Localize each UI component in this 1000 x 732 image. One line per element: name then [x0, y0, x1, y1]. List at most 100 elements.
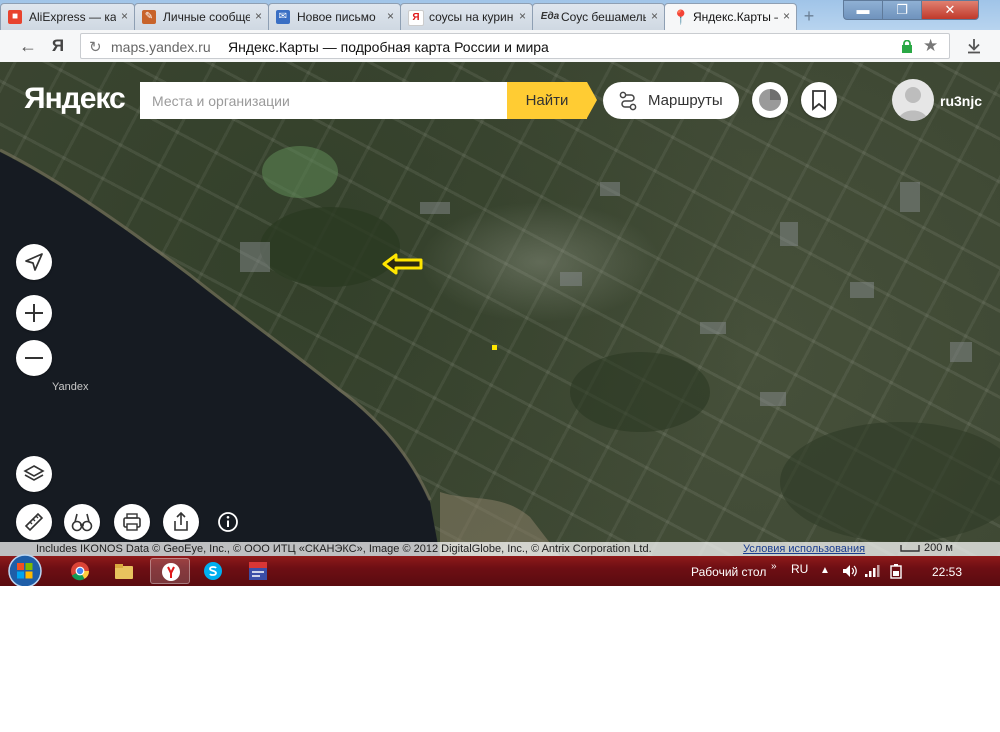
close-icon: ✕: [944, 2, 956, 17]
bookmark-star-icon[interactable]: ★: [923, 36, 938, 56]
routes-button[interactable]: Маршруты: [603, 82, 739, 119]
chrome-icon: [71, 562, 89, 581]
scale-line-icon: [900, 545, 920, 552]
zoom-in-button[interactable]: [16, 295, 52, 331]
minimize-button[interactable]: ▬: [843, 0, 883, 20]
minimize-icon: ▬: [856, 2, 870, 17]
location-arrow-icon: [25, 253, 43, 271]
avatar[interactable]: [892, 79, 934, 121]
tab-label: Соус бешамель: [561, 10, 646, 24]
layers-button[interactable]: [16, 456, 52, 492]
find-button[interactable]: Найти: [507, 82, 587, 119]
zoom-out-button[interactable]: [16, 340, 52, 376]
share-icon: [174, 511, 188, 531]
tab-bechamel[interactable]: Eда Соус бешамель ×: [532, 3, 665, 30]
start-button[interactable]: [6, 553, 44, 586]
volume-icon[interactable]: [842, 564, 858, 578]
yellow-point-marker: [492, 345, 497, 350]
tab-close-icon[interactable]: ×: [255, 9, 262, 23]
tab-close-icon[interactable]: ×: [387, 9, 394, 23]
skype-icon: [204, 562, 222, 580]
minus-icon: [25, 357, 43, 359]
tab-label: AliExpress — ка: [29, 10, 116, 24]
bookmarks-button[interactable]: [801, 82, 837, 118]
tray-expand-icon[interactable]: ▲: [820, 565, 830, 576]
scale-bar[interactable]: 200 м: [900, 541, 992, 555]
geolocation-button[interactable]: [16, 244, 52, 280]
language-indicator[interactable]: RU: [791, 562, 808, 576]
map-attribution: Includes IKONOS Data © GeoEye, Inc., © О…: [0, 542, 1000, 556]
aliexpress-icon: ■: [8, 10, 22, 24]
maximize-button[interactable]: ❐: [882, 0, 922, 20]
yandex-browser-icon: [162, 563, 180, 581]
traffic-button[interactable]: [752, 82, 788, 118]
binoculars-icon: [71, 513, 93, 532]
scale-label: 200 м: [924, 542, 953, 554]
tab-label: Новое письмо: [297, 10, 376, 24]
taskbar-chrome[interactable]: [60, 558, 100, 584]
taskbar-yandex-browser[interactable]: [150, 558, 190, 584]
address-url: maps.yandex.ru: [111, 39, 211, 55]
tab-sauces-search[interactable]: Я соусы на курин ×: [400, 3, 533, 30]
tab-close-icon[interactable]: ×: [783, 9, 790, 23]
maximize-icon: ❐: [896, 2, 908, 17]
share-button[interactable]: [163, 504, 199, 540]
network-icon[interactable]: [864, 564, 880, 578]
map-canvas[interactable]: Яндекс Найти Маршруты: [0, 62, 1000, 556]
clock-time[interactable]: 22:53: [932, 565, 962, 579]
desktop-toolbar-label[interactable]: Рабочий стол: [691, 565, 766, 579]
taskbar-explorer[interactable]: [104, 558, 144, 584]
download-icon[interactable]: [966, 38, 982, 54]
battery-icon[interactable]: [888, 563, 904, 579]
plus-icon: [25, 304, 43, 322]
desktop-chevron-icon[interactable]: »: [771, 561, 777, 572]
printer-icon: [123, 513, 141, 531]
terms-link[interactable]: Условия использования: [743, 542, 865, 556]
tab-aliexpress[interactable]: ■ AliExpress — ка ×: [0, 3, 135, 30]
tab-new-mail[interactable]: ✉ Новое письмо ×: [268, 3, 401, 30]
tab-close-icon[interactable]: ×: [121, 9, 128, 23]
yandex-logo[interactable]: Яндекс: [24, 82, 126, 116]
yellow-arrow-marker: [382, 253, 423, 275]
search-input[interactable]: [140, 82, 507, 119]
ruler-button[interactable]: [16, 504, 52, 540]
taskbar-skype[interactable]: [193, 558, 233, 584]
taskbar-app[interactable]: [238, 558, 278, 584]
ruler-icon: [24, 512, 44, 532]
eda-icon: Eда: [540, 11, 560, 22]
panorama-button[interactable]: [64, 504, 100, 540]
tab-strip: ■ AliExpress — ка × ✎ Личные сообще × ✉ …: [0, 0, 1000, 30]
omnibox[interactable]: ↻ maps.yandex.ru Яндекс.Карты — подробна…: [80, 33, 950, 59]
windows-taskbar: Рабочий стол » RU ▲ 22:53: [0, 553, 1000, 586]
close-window-button[interactable]: ✕: [921, 0, 979, 20]
tab-yandex-maps[interactable]: 📍 Яндекс.Карты – ×: [664, 3, 797, 30]
back-button[interactable]: ←: [16, 34, 40, 58]
yandex-browser-logo[interactable]: Я: [46, 34, 70, 58]
mail-icon: ✉: [276, 10, 290, 24]
user-icon: [898, 87, 928, 121]
info-icon[interactable]: [217, 511, 239, 533]
user-name[interactable]: ru3njc: [940, 93, 982, 109]
app-icon: [249, 562, 267, 580]
new-tab-button[interactable]: +: [798, 6, 820, 26]
explorer-icon: [115, 564, 133, 579]
tab-label: Личные сообще: [163, 10, 250, 24]
print-button[interactable]: [114, 504, 150, 540]
tab-close-icon[interactable]: ×: [519, 9, 526, 23]
yandex-search-icon: Я: [408, 10, 424, 26]
lock-icon[interactable]: [901, 40, 913, 53]
bookmark-icon: [812, 90, 826, 111]
tab-label: Яндекс.Карты –: [693, 10, 778, 24]
back-arrow-icon: ←: [19, 36, 37, 56]
tab-messages[interactable]: ✎ Личные сообще ×: [134, 3, 269, 30]
address-toolbar: ← Я ↻ maps.yandex.ru Яндекс.Карты — подр…: [0, 30, 1000, 63]
routes-label: Маршруты: [648, 92, 723, 109]
tab-close-icon[interactable]: ×: [651, 9, 658, 23]
tab-label: соусы на курин: [429, 10, 514, 24]
reload-icon[interactable]: ↻: [89, 38, 102, 56]
browser-window: ■ AliExpress — ка × ✎ Личные сообще × ✉ …: [0, 0, 1000, 586]
forum-icon: ✎: [142, 10, 156, 24]
address-page-title: Яндекс.Карты — подробная карта России и …: [228, 39, 549, 55]
layers-icon: [23, 465, 45, 481]
traffic-icon: [759, 89, 781, 111]
